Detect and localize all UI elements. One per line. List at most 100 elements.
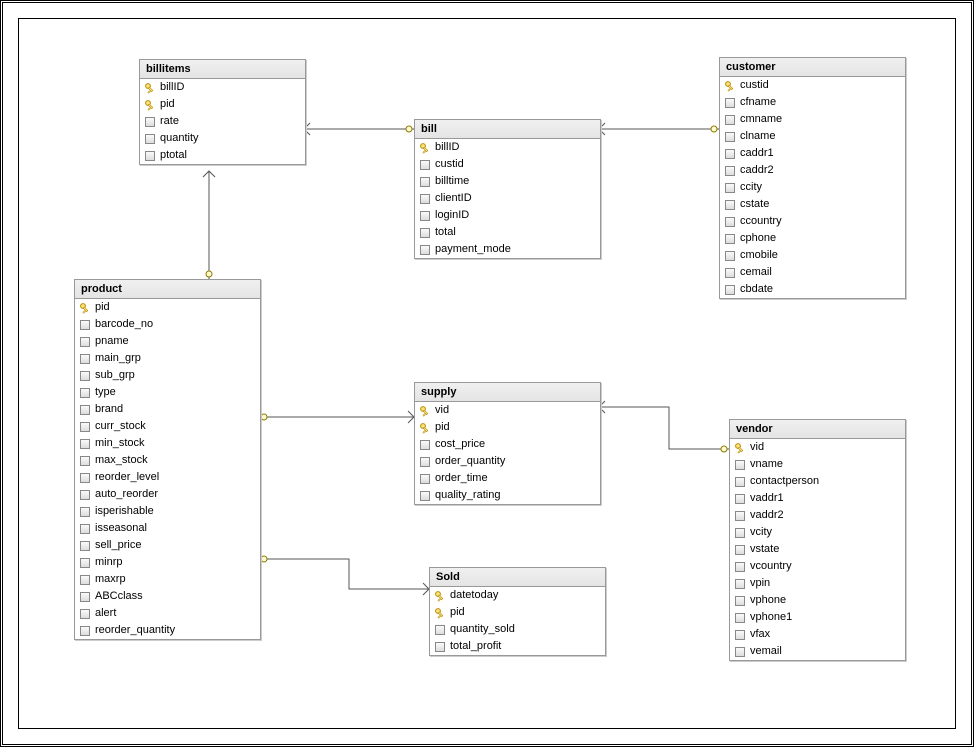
table-row[interactable]: pid bbox=[140, 96, 305, 113]
field-name: ccity bbox=[738, 179, 762, 196]
field-name: main_grp bbox=[93, 350, 141, 367]
field-name: brand bbox=[93, 401, 123, 418]
table-row[interactable]: isperishable bbox=[75, 503, 260, 520]
table-row[interactable]: vphone bbox=[730, 592, 905, 609]
table-row[interactable]: ccountry bbox=[720, 213, 905, 230]
table-billitems[interactable]: billitemsbillIDpidratequantityptotal bbox=[139, 59, 306, 165]
table-row[interactable]: billID bbox=[415, 139, 600, 156]
table-row[interactable]: cbdate bbox=[720, 281, 905, 298]
table-row[interactable]: vname bbox=[730, 456, 905, 473]
table-row[interactable]: datetoday bbox=[430, 587, 605, 604]
table-row[interactable]: alert bbox=[75, 605, 260, 622]
table-row[interactable]: cstate bbox=[720, 196, 905, 213]
table-row[interactable]: cfname bbox=[720, 94, 905, 111]
table-row[interactable]: vpin bbox=[730, 575, 905, 592]
table-header-supply[interactable]: supply bbox=[415, 383, 600, 402]
table-row[interactable]: sell_price bbox=[75, 537, 260, 554]
table-row[interactable]: quality_rating bbox=[415, 487, 600, 504]
table-row[interactable]: sub_grp bbox=[75, 367, 260, 384]
column-icon bbox=[417, 211, 433, 221]
table-row[interactable]: cmobile bbox=[720, 247, 905, 264]
table-row[interactable]: custid bbox=[415, 156, 600, 173]
field-name: vphone bbox=[748, 592, 786, 609]
table-row[interactable]: vphone1 bbox=[730, 609, 905, 626]
table-row[interactable]: isseasonal bbox=[75, 520, 260, 537]
table-row[interactable]: reorder_level bbox=[75, 469, 260, 486]
table-row[interactable]: clname bbox=[720, 128, 905, 145]
table-header-bill[interactable]: bill bbox=[415, 120, 600, 139]
table-row[interactable]: rate bbox=[140, 113, 305, 130]
table-row[interactable]: auto_reorder bbox=[75, 486, 260, 503]
table-row[interactable]: clientID bbox=[415, 190, 600, 207]
table-vendor[interactable]: vendorvidvnamecontactpersonvaddr1vaddr2v… bbox=[729, 419, 906, 661]
table-row[interactable]: order_quantity bbox=[415, 453, 600, 470]
table-product[interactable]: productpidbarcode_nopnamemain_grpsub_grp… bbox=[74, 279, 261, 640]
table-bill[interactable]: billbillIDcustidbilltimeclientIDloginIDt… bbox=[414, 119, 601, 259]
column-icon bbox=[77, 626, 93, 636]
table-row[interactable]: quantity bbox=[140, 130, 305, 147]
table-rows: billIDcustidbilltimeclientIDloginIDtotal… bbox=[415, 139, 600, 258]
table-customer[interactable]: customercustidcfnamecmnameclnamecaddr1ca… bbox=[719, 57, 906, 299]
table-row[interactable]: pid bbox=[415, 419, 600, 436]
table-row[interactable]: payment_mode bbox=[415, 241, 600, 258]
table-row[interactable]: vcountry bbox=[730, 558, 905, 575]
table-row[interactable]: vid bbox=[730, 439, 905, 456]
table-row[interactable]: quantity_sold bbox=[430, 621, 605, 638]
table-row[interactable]: main_grp bbox=[75, 350, 260, 367]
table-row[interactable]: ABCclass bbox=[75, 588, 260, 605]
column-icon bbox=[722, 285, 738, 295]
table-row[interactable]: loginID bbox=[415, 207, 600, 224]
table-row[interactable]: cmname bbox=[720, 111, 905, 128]
table-row[interactable]: vid bbox=[415, 402, 600, 419]
field-name: custid bbox=[433, 156, 464, 173]
field-name: loginID bbox=[433, 207, 469, 224]
key-end-icon bbox=[721, 446, 727, 452]
table-row[interactable]: custid bbox=[720, 77, 905, 94]
table-row[interactable]: pid bbox=[430, 604, 605, 621]
table-row[interactable]: vcity bbox=[730, 524, 905, 541]
table-row[interactable]: vaddr1 bbox=[730, 490, 905, 507]
table-row[interactable]: vfax bbox=[730, 626, 905, 643]
table-row[interactable]: caddr2 bbox=[720, 162, 905, 179]
table-header-product[interactable]: product bbox=[75, 280, 260, 299]
table-row[interactable]: minrp bbox=[75, 554, 260, 571]
table-row[interactable]: total bbox=[415, 224, 600, 241]
table-header-customer[interactable]: customer bbox=[720, 58, 905, 77]
column-icon bbox=[732, 562, 748, 572]
field-name: pid bbox=[448, 604, 465, 621]
column-icon bbox=[417, 177, 433, 187]
table-row[interactable]: ccity bbox=[720, 179, 905, 196]
table-sold[interactable]: Solddatetodaypidquantity_soldtotal_profi… bbox=[429, 567, 606, 656]
table-row[interactable]: contactperson bbox=[730, 473, 905, 490]
table-row[interactable]: type bbox=[75, 384, 260, 401]
table-row[interactable]: total_profit bbox=[430, 638, 605, 655]
er-canvas[interactable]: billitemsbillIDpidratequantityptotalbill… bbox=[19, 19, 955, 728]
table-row[interactable]: brand bbox=[75, 401, 260, 418]
table-header-vendor[interactable]: vendor bbox=[730, 420, 905, 439]
table-row[interactable]: pname bbox=[75, 333, 260, 350]
table-row[interactable]: billtime bbox=[415, 173, 600, 190]
field-name: total bbox=[433, 224, 456, 241]
field-name: sell_price bbox=[93, 537, 141, 554]
table-row[interactable]: max_stock bbox=[75, 452, 260, 469]
table-row[interactable]: cphone bbox=[720, 230, 905, 247]
table-row[interactable]: billID bbox=[140, 79, 305, 96]
table-row[interactable]: reorder_quantity bbox=[75, 622, 260, 639]
table-row[interactable]: vstate bbox=[730, 541, 905, 558]
table-supply[interactable]: supplyvidpidcost_priceorder_quantityorde… bbox=[414, 382, 601, 505]
column-icon bbox=[77, 388, 93, 398]
table-row[interactable]: vaddr2 bbox=[730, 507, 905, 524]
table-row[interactable]: cemail bbox=[720, 264, 905, 281]
table-row[interactable]: caddr1 bbox=[720, 145, 905, 162]
table-row[interactable]: cost_price bbox=[415, 436, 600, 453]
table-row[interactable]: barcode_no bbox=[75, 316, 260, 333]
table-row[interactable]: curr_stock bbox=[75, 418, 260, 435]
table-row[interactable]: pid bbox=[75, 299, 260, 316]
table-row[interactable]: vemail bbox=[730, 643, 905, 660]
table-row[interactable]: min_stock bbox=[75, 435, 260, 452]
table-header-sold[interactable]: Sold bbox=[430, 568, 605, 587]
table-header-billitems[interactable]: billitems bbox=[140, 60, 305, 79]
table-row[interactable]: maxrp bbox=[75, 571, 260, 588]
table-row[interactable]: ptotal bbox=[140, 147, 305, 164]
table-row[interactable]: order_time bbox=[415, 470, 600, 487]
